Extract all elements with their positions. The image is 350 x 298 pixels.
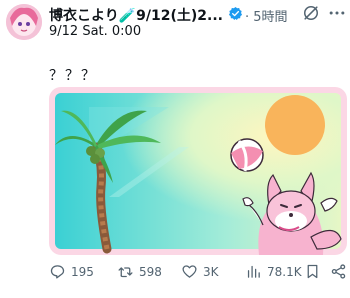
more-icon[interactable]	[327, 3, 347, 23]
posted-ago[interactable]: · 5時間	[245, 6, 288, 25]
reply-count: 195	[71, 264, 94, 279]
tweet-media-image[interactable]	[49, 87, 347, 255]
share-icon	[331, 264, 346, 279]
tweet-text: ？？？	[49, 68, 97, 84]
like-count: 3K	[203, 264, 219, 279]
share-button[interactable]	[330, 263, 347, 280]
author-display-name[interactable]: 博衣こより🧪9/12(土)2...	[49, 5, 223, 25]
retweet-count: 598	[139, 264, 162, 279]
retweet-button[interactable]: 598	[117, 263, 162, 280]
avatar-image	[6, 4, 42, 40]
tweet-action-bar: 195 598 3K 78.1K	[49, 263, 350, 285]
views-icon	[247, 265, 260, 278]
reply-icon	[50, 265, 65, 279]
grok-icon[interactable]	[301, 3, 321, 23]
retweet-icon	[118, 267, 133, 278]
reply-button[interactable]: 195	[49, 263, 94, 280]
like-button[interactable]: 3K	[181, 263, 219, 280]
view-count: 78.1K	[267, 264, 302, 279]
verified-badge-icon	[228, 6, 243, 20]
bookmark-button[interactable]	[304, 263, 321, 280]
heart-icon	[182, 265, 197, 278]
bookmark-icon	[307, 264, 318, 279]
author-avatar[interactable]	[6, 4, 42, 40]
beach-illustration	[55, 93, 342, 255]
tweet-subtitle: 9/12 Sat. 0:00	[49, 24, 142, 39]
views-button[interactable]: 78.1K	[245, 263, 302, 280]
